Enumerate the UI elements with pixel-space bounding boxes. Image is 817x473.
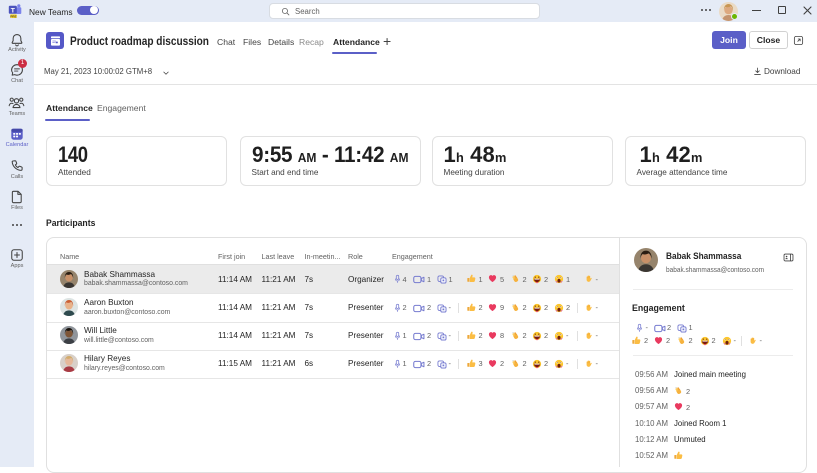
svg-text:PRE: PRE xyxy=(10,14,16,18)
